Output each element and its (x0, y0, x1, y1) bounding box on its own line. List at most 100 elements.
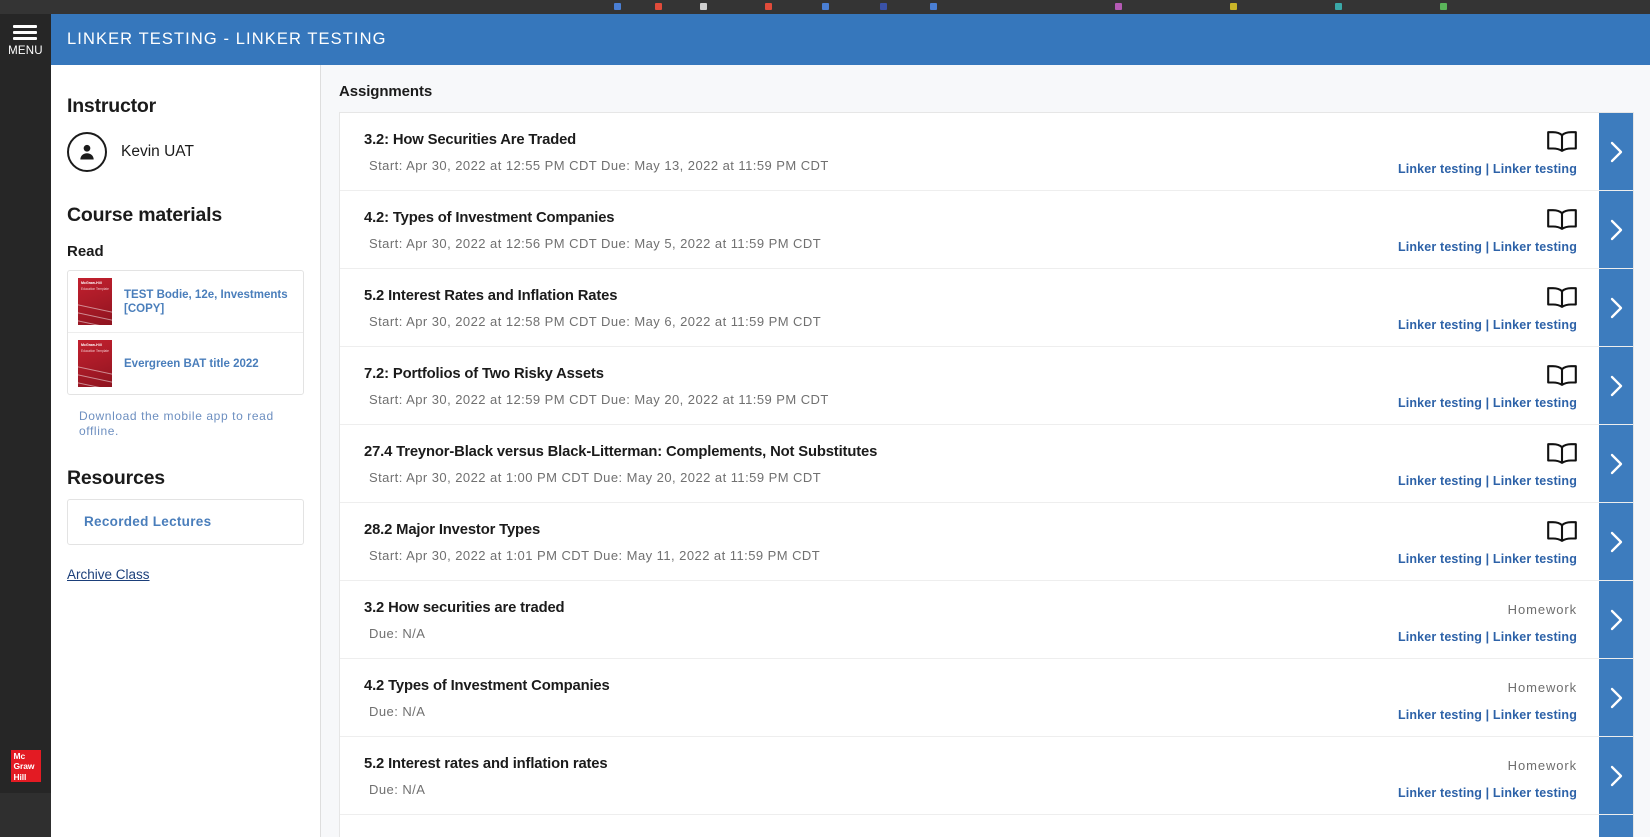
table-row[interactable]: 3.2 How securities are traded Due: N/A Hom… (340, 581, 1633, 659)
assignment-info: 28.2 Major Investor Types Start: Apr 30, … (340, 503, 1349, 580)
browser-bookmark-strip (0, 0, 1650, 14)
open-book-icon (1547, 285, 1577, 309)
book-title[interactable]: TEST Bodie, 12e, Investments [COPY] (124, 288, 293, 316)
assignment-info: 3.2: How Securities Are Traded Start: Apr… (340, 113, 1349, 190)
mobile-app-note[interactable]: Download the mobile app to read offline. (67, 409, 304, 439)
assignment-title: 4.2: Types of Investment Companies (364, 210, 615, 226)
assignment-info: 7.2: Portfolios of Two Risky Assets Start… (340, 347, 1349, 424)
assignment-info: 3.2 How securities are traded Due: N/A (340, 581, 1349, 658)
assignment-open-button[interactable] (1599, 659, 1633, 736)
assignment-info: 5.2 Interest Rates and Inflation Rates St… (340, 269, 1349, 346)
list-item[interactable]: McGraw-Hill Education Template TEST Bodi… (68, 271, 303, 332)
chevron-right-icon (1609, 374, 1624, 398)
page-title: LINKER TESTING - LINKER TESTING (67, 30, 387, 48)
table-row[interactable]: 4.2: Types of Investment Companies Start:… (340, 191, 1633, 269)
assignment-open-button[interactable] (1599, 815, 1633, 837)
list-item[interactable]: McGraw-Hill Education Template Evergreen… (68, 332, 303, 394)
assignment-open-button[interactable] (1599, 503, 1633, 580)
avatar (67, 132, 107, 172)
assignment-open-button[interactable] (1599, 425, 1633, 502)
assignment-title: 27.4 Treynor-Black versus Black-Litterma… (364, 444, 878, 460)
course-header-bar: LINKER TESTING - LINKER TESTING (51, 14, 1650, 65)
table-row[interactable]: 4.2 Types of Investment Companies Due: N/… (340, 659, 1633, 737)
assignment-title: 5.2 Interest Rates and Inflation Rates (364, 288, 618, 304)
assignments-panel: Assignments 3.2: How Securities Are Trad… (321, 65, 1650, 837)
open-book-icon (1547, 441, 1577, 465)
table-row[interactable]: 28.2 Major Investor Types Start: Apr 30, … (340, 503, 1633, 581)
assignment-links[interactable]: Linker testing | Linker testing (1398, 396, 1577, 410)
menu-label: MENU (8, 45, 43, 57)
course-sidebar: Instructor Kevin UAT Course materials Re… (51, 65, 321, 837)
open-book-icon (1547, 519, 1577, 543)
table-row[interactable] (340, 815, 1633, 837)
book-list: McGraw-Hill Education Template TEST Bodi… (67, 270, 304, 395)
assignment-open-button[interactable] (1599, 113, 1633, 190)
assignment-open-button[interactable] (1599, 581, 1633, 658)
assignment-links[interactable]: Linker testing | Linker testing (1398, 318, 1577, 332)
chevron-right-icon (1609, 608, 1624, 632)
assignment-meta: Linker testing | Linker testing (1349, 269, 1599, 346)
instructor-heading: Instructor (67, 95, 157, 117)
assignments-heading: Assignments (339, 83, 433, 100)
assignment-dates: Due: N/A (369, 782, 426, 797)
assignment-dates: Start: Apr 30, 2022 at 12:55 PM CDT Due:… (369, 158, 829, 173)
open-book-icon (1547, 207, 1577, 231)
assignment-dates: Start: Apr 30, 2022 at 1:00 PM CDT Due: … (369, 470, 822, 485)
resource-item-recorded-lectures[interactable]: Recorded Lectures (67, 499, 304, 545)
table-row[interactable]: 5.2 Interest Rates and Inflation Rates St… (340, 269, 1633, 347)
assignment-info: 4.2: Types of Investment Companies Start:… (340, 191, 1349, 268)
assignment-title: 28.2 Major Investor Types (364, 522, 541, 538)
logo-line-3: Hill (13, 771, 27, 782)
book-cover-thumbnail: McGraw-Hill Education Template (78, 278, 112, 325)
assignment-title: 5.2 Interest rates and inflation rates (364, 756, 608, 772)
assignment-meta: Homework Linker testing | Linker testing (1349, 581, 1599, 658)
assignment-title: 3.2 How securities are traded (364, 600, 565, 616)
assignment-title: 4.2 Types of Investment Companies (364, 678, 610, 694)
assignment-type-label: Homework (1507, 601, 1577, 617)
table-row[interactable]: 5.2 Interest rates and inflation rates Du… (340, 737, 1633, 815)
table-row[interactable]: 7.2: Portfolios of Two Risky Assets Start… (340, 347, 1633, 425)
instructor-name: Kevin UAT (121, 143, 194, 160)
assignment-links[interactable]: Linker testing | Linker testing (1398, 162, 1577, 176)
archive-class-link[interactable]: Archive Class (67, 567, 150, 582)
read-heading: Read (67, 243, 104, 260)
book-cover-subtitle: Education Template (81, 348, 109, 353)
assignment-type-label: Homework (1507, 757, 1577, 773)
chevron-right-icon (1609, 530, 1624, 554)
assignment-links[interactable]: Linker testing | Linker testing (1398, 552, 1577, 566)
mcgraw-hill-logo: Mc Graw Hill (10, 750, 41, 782)
assignment-links[interactable]: Linker testing | Linker testing (1398, 474, 1577, 488)
assignment-links[interactable]: Linker testing | Linker testing (1398, 786, 1577, 800)
assignment-info: 27.4 Treynor-Black versus Black-Litterma… (340, 425, 1349, 502)
chevron-right-icon (1609, 452, 1624, 476)
resource-link-label[interactable]: Recorded Lectures (84, 514, 211, 529)
resources-heading: Resources (67, 467, 165, 489)
hamburger-icon (13, 25, 38, 43)
assignments-list: 3.2: How Securities Are Traded Start: Apr… (339, 112, 1634, 837)
book-title[interactable]: Evergreen BAT title 2022 (124, 357, 259, 371)
open-book-icon (1547, 129, 1577, 153)
assignment-open-button[interactable] (1599, 269, 1633, 346)
assignment-dates: Due: N/A (369, 626, 426, 641)
assignment-links[interactable]: Linker testing | Linker testing (1398, 708, 1577, 722)
book-cover-brand: McGraw-Hill (81, 281, 102, 285)
rail-footer (0, 793, 51, 837)
assignment-meta: Linker testing | Linker testing (1349, 191, 1599, 268)
menu-button[interactable]: MENU (8, 25, 43, 57)
assignment-meta: Linker testing | Linker testing (1349, 425, 1599, 502)
table-row[interactable]: 3.2: How Securities Are Traded Start: Apr… (340, 113, 1633, 191)
assignment-meta: Linker testing | Linker testing (1349, 113, 1599, 190)
assignment-info: 5.2 Interest rates and inflation rates Du… (340, 737, 1349, 814)
assignment-open-button[interactable] (1599, 191, 1633, 268)
open-book-icon (1547, 363, 1577, 387)
assignment-links[interactable]: Linker testing | Linker testing (1398, 240, 1577, 254)
assignment-open-button[interactable] (1599, 347, 1633, 424)
assignment-links[interactable]: Linker testing | Linker testing (1398, 630, 1577, 644)
table-row[interactable]: 27.4 Treynor-Black versus Black-Litterma… (340, 425, 1633, 503)
chevron-right-icon (1609, 686, 1624, 710)
assignment-dates: Start: Apr 30, 2022 at 12:56 PM CDT Due:… (369, 236, 822, 251)
assignment-info: 4.2 Types of Investment Companies Due: N/… (340, 659, 1349, 736)
chevron-right-icon (1609, 296, 1624, 320)
assignment-info (340, 815, 1349, 837)
assignment-open-button[interactable] (1599, 737, 1633, 814)
